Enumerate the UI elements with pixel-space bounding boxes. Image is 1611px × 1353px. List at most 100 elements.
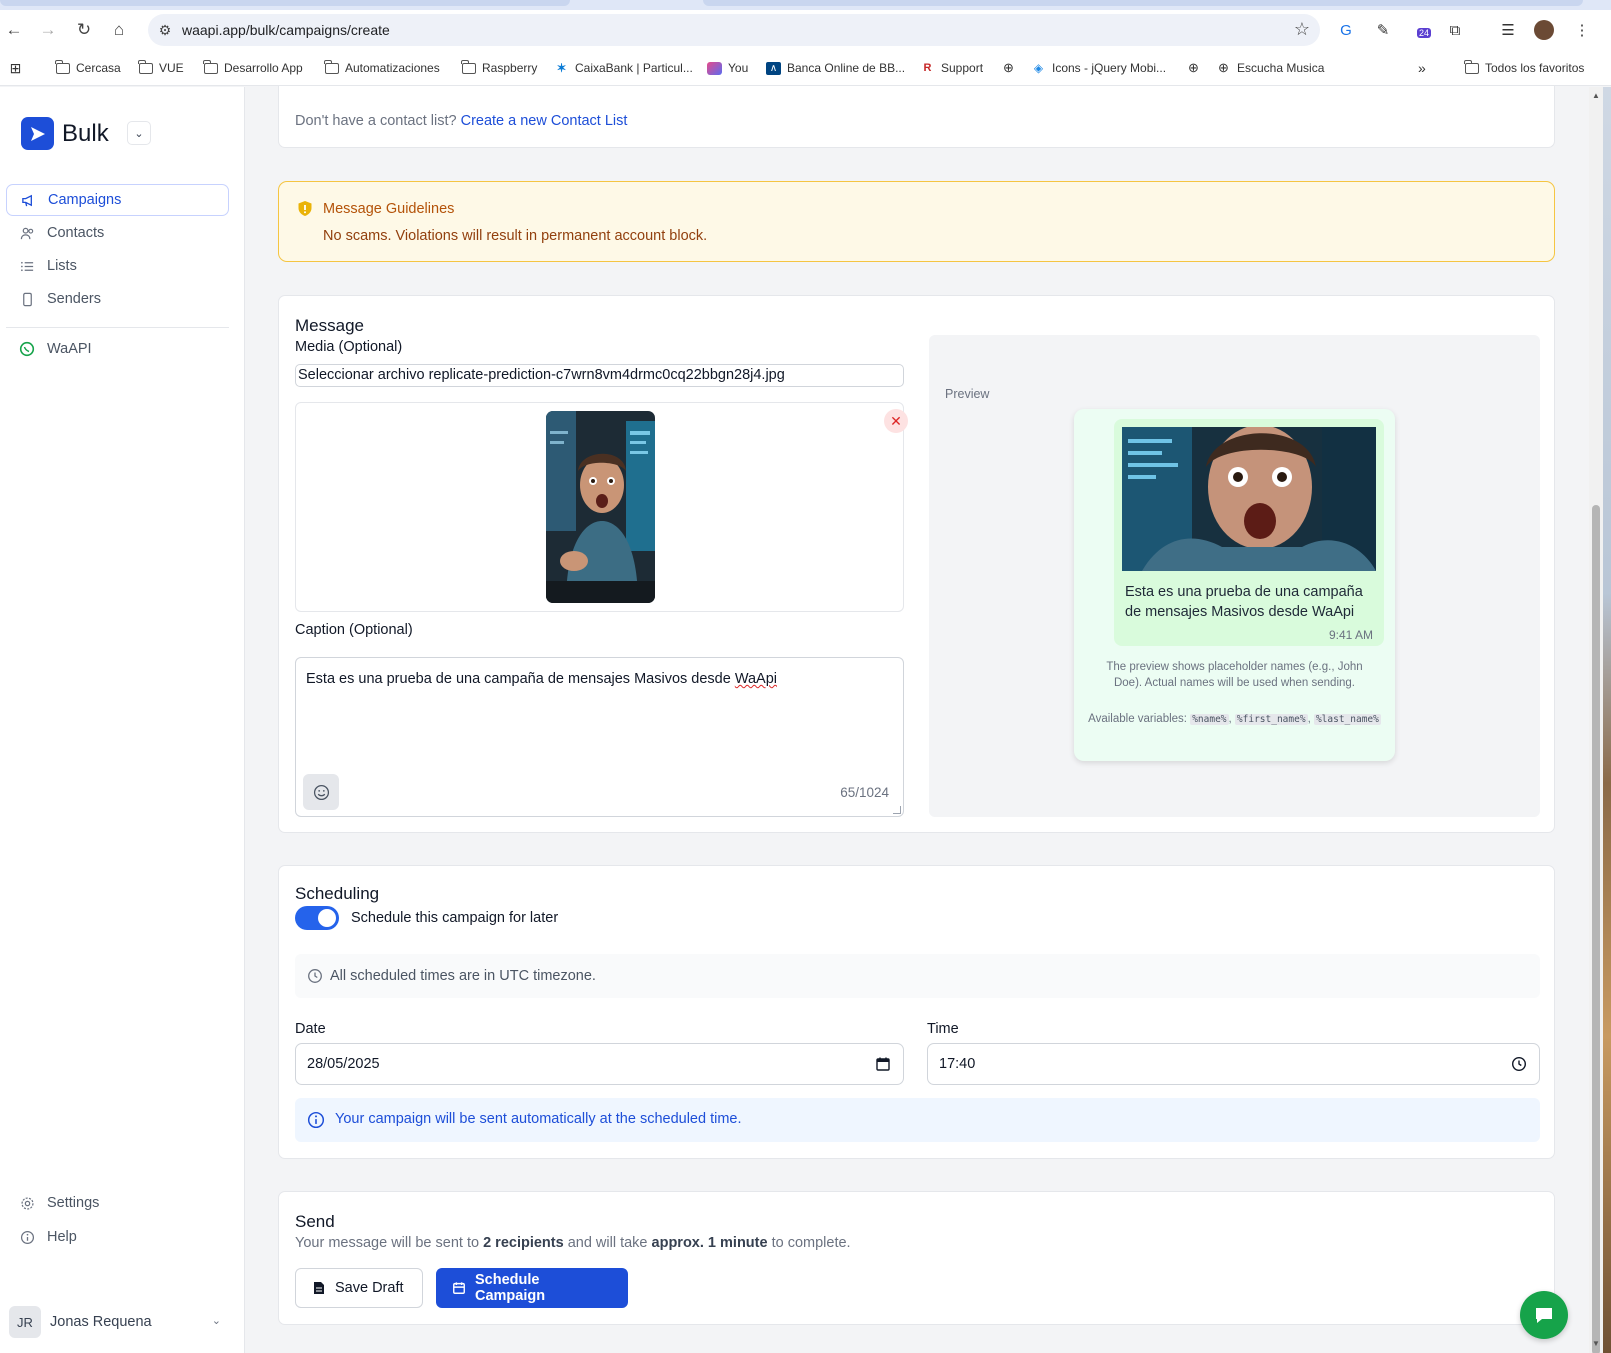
caption-text: Esta es una prueba de una campaña de men… xyxy=(306,671,777,687)
url-text[interactable]: waapi.app/bulk/campaigns/create xyxy=(182,22,390,38)
info-icon xyxy=(307,1111,325,1129)
clock-icon[interactable] xyxy=(1511,1056,1527,1072)
scheduled-info-note: Your campaign will be sent automatically… xyxy=(295,1098,1540,1142)
menu-icon[interactable]: ⋮ xyxy=(1570,18,1594,42)
character-count: 65/1024 xyxy=(840,785,889,800)
support-icon: R xyxy=(923,62,932,74)
site-settings-icon[interactable]: ⚙ xyxy=(156,21,174,39)
bookmark-link[interactable]: ∧ Banca Online de BB... xyxy=(766,59,905,77)
bookmark-label: You xyxy=(728,61,749,75)
date-input[interactable]: 28/05/2025 xyxy=(295,1043,904,1085)
time-input[interactable]: 17:40 xyxy=(927,1043,1540,1085)
translate-icon[interactable]: G xyxy=(1334,18,1358,42)
bookmark-link[interactable]: ✶ CaixaBank | Particul... xyxy=(554,59,692,77)
sidebar-divider xyxy=(6,327,229,328)
message-bubble: Esta es una prueba de una campaña de men… xyxy=(1114,419,1384,646)
calendar-icon[interactable] xyxy=(875,1056,891,1072)
chevron-down-icon[interactable]: ⌄ xyxy=(127,121,151,145)
extensions-icon[interactable]: ⧉ xyxy=(1443,18,1467,42)
resize-handle[interactable] xyxy=(893,806,901,814)
bookmark-folder[interactable]: Cercasa xyxy=(55,59,121,77)
schedule-toggle[interactable] xyxy=(295,906,339,930)
extension-badge-icon[interactable]: 24 xyxy=(1407,18,1432,42)
send-summary-text: and will take xyxy=(563,1235,652,1251)
send-duration: approx. 1 minute xyxy=(651,1235,768,1251)
brand[interactable]: Bulk xyxy=(21,117,109,150)
caption-textarea[interactable]: Esta es una prueba de una campaña de men… xyxy=(295,657,904,817)
scrollbar-thumb[interactable] xyxy=(1592,505,1600,1353)
create-contact-list-link[interactable]: Create a new Contact List xyxy=(461,113,628,129)
smiley-icon xyxy=(313,784,329,800)
globe-icon: ⊕ xyxy=(1188,60,1199,75)
chevron-down-icon[interactable]: ⌄ xyxy=(212,1314,221,1327)
eyedropper-icon[interactable]: ✎ xyxy=(1371,18,1395,42)
caixabank-icon: ✶ xyxy=(556,61,567,75)
chat-support-button[interactable] xyxy=(1520,1291,1568,1339)
folder-icon xyxy=(461,59,476,75)
preview-panel: Preview Esta es una prueba de una campañ… xyxy=(929,335,1540,817)
media-file-input[interactable]: Seleccionar archivo replicate-prediction… xyxy=(295,364,904,387)
address-bar[interactable]: ⚙ waapi.app/bulk/campaigns/create ☆ xyxy=(148,14,1320,46)
save-draft-button[interactable]: Save Draft xyxy=(295,1268,423,1308)
bookmark-link[interactable]: ◈ Icons - jQuery Mobi... xyxy=(1031,59,1166,77)
schedule-campaign-button[interactable]: Schedule Campaign xyxy=(436,1268,628,1308)
gear-icon xyxy=(19,1195,35,1211)
browser-tab[interactable] xyxy=(703,0,1583,6)
send-card: Send Your message will be sent to 2 reci… xyxy=(278,1191,1555,1325)
sidebar-item-lists[interactable]: Lists xyxy=(6,250,229,282)
message-guidelines-alert: Message Guidelines No scams. Violations … xyxy=(278,181,1555,262)
sidebar-item-settings[interactable]: Settings xyxy=(6,1187,229,1219)
time-value: 17:40 xyxy=(939,1056,976,1072)
home-icon[interactable]: ⌂ xyxy=(107,18,131,42)
sidebar-item-label: Senders xyxy=(47,291,102,307)
user-menu[interactable]: JR Jonas Requena ⌄ xyxy=(9,1305,229,1339)
sidebar-item-help[interactable]: Help xyxy=(6,1221,229,1253)
whatsapp-icon xyxy=(19,341,35,357)
page-scrollbar[interactable]: ▲ ▼ xyxy=(1589,87,1603,1353)
sidebar-item-senders[interactable]: Senders xyxy=(6,283,229,315)
sidebar-item-label: Contacts xyxy=(47,225,105,241)
caption-label: Caption (Optional) xyxy=(295,622,413,638)
bookmark-label: Escucha Musica xyxy=(1237,61,1325,75)
users-icon xyxy=(19,225,35,241)
bookmark-link[interactable]: ⊕ xyxy=(1186,59,1201,77)
forward-icon[interactable]: → xyxy=(36,18,60,42)
sidebar-item-contacts[interactable]: Contacts xyxy=(6,217,229,249)
scroll-down-icon[interactable]: ▼ xyxy=(1592,1339,1600,1348)
contact-list-card: Don't have a contact list? Create a new … xyxy=(278,86,1555,148)
browser-tabstrip xyxy=(0,0,1611,10)
bookmark-folder[interactable]: Raspberry xyxy=(461,59,537,77)
bookmark-link[interactable]: You xyxy=(707,59,748,77)
bookmark-link[interactable]: R Support xyxy=(920,59,984,77)
sidebar-item-label: Help xyxy=(47,1229,77,1245)
browser-tab[interactable] xyxy=(0,0,570,6)
bookmark-link[interactable]: ⊕ Escucha Musica xyxy=(1216,59,1324,77)
bookmark-folder[interactable]: VUE xyxy=(138,59,184,77)
scroll-up-icon[interactable]: ▲ xyxy=(1592,91,1600,100)
bookmark-star-icon[interactable]: ☆ xyxy=(1294,19,1310,40)
schedule-campaign-label: Schedule Campaign xyxy=(475,1272,546,1304)
variable-chip: %last_name% xyxy=(1313,714,1381,725)
remove-media-button[interactable]: ✕ xyxy=(884,409,908,433)
sidebar: Bulk ⌄ Campaigns Contacts Lists Senders … xyxy=(0,87,245,1353)
profile-avatar-icon[interactable] xyxy=(1532,18,1556,42)
all-bookmarks-folder[interactable]: Todos los favoritos xyxy=(1464,59,1584,77)
message-card: Message Media (Optional) Seleccionar arc… xyxy=(278,295,1555,833)
sidebar-item-waapi[interactable]: WaAPI xyxy=(6,333,229,365)
back-icon[interactable]: ← xyxy=(2,18,26,42)
bookmark-folder[interactable]: Desarrollo App xyxy=(203,59,303,77)
preview-image xyxy=(1122,427,1376,571)
bookmarks-overflow-icon[interactable]: » xyxy=(1418,59,1426,77)
scheduled-info-text: Your campaign will be sent automatically… xyxy=(335,1111,742,1127)
emoji-picker-button[interactable] xyxy=(303,774,339,810)
preview-label: Preview xyxy=(945,387,990,401)
jquery-icon: ◈ xyxy=(1033,61,1044,75)
variable-chip: %first_name% xyxy=(1234,714,1308,725)
apps-grid-icon[interactable]: ⊞ xyxy=(8,59,23,77)
media-controls-icon[interactable]: ☰ xyxy=(1496,18,1520,42)
user-name: Jonas Requena xyxy=(50,1314,152,1330)
bookmark-link[interactable]: ⊕ xyxy=(1001,59,1016,77)
sidebar-item-campaigns[interactable]: Campaigns xyxy=(6,184,229,216)
bookmark-folder[interactable]: Automatizaciones xyxy=(324,59,440,77)
reload-icon[interactable]: ↻ xyxy=(72,18,96,42)
